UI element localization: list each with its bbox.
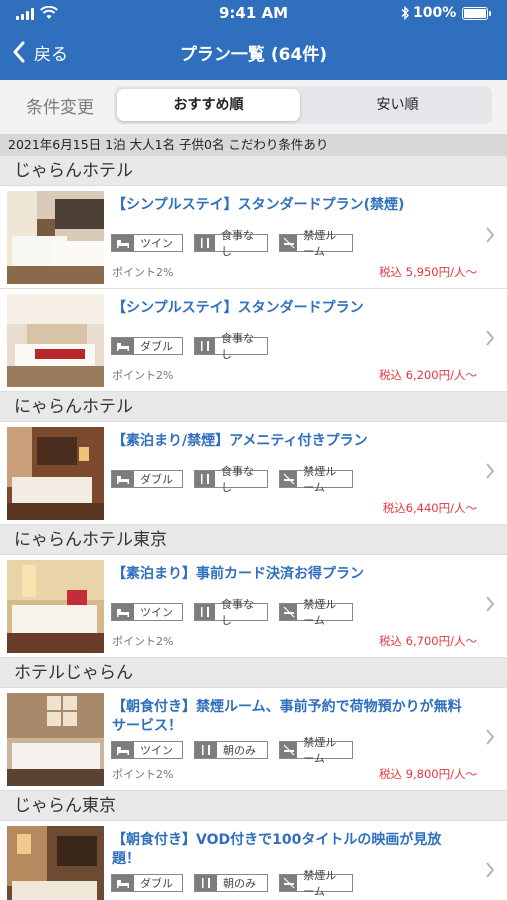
plan-price: 税込 5,950円/人～ (379, 265, 477, 279)
non-smoking-tag: 禁煙ルーム (279, 598, 353, 627)
hotel-name: じゃらん東京 (0, 791, 507, 821)
hotel-name: ホテルじゃらん (0, 658, 507, 688)
meal-tag: 食事なし (194, 598, 268, 627)
chevron-right-icon (486, 862, 495, 878)
points-rate: ポイント2% (112, 635, 174, 648)
meal-tag: 朝のみ (194, 874, 268, 892)
room-type-tag: ツイン (111, 234, 183, 252)
search-summary: 2021年6月15日 1泊 大人1名 子供0名 こだわり条件あり (0, 134, 507, 156)
chevron-right-icon (486, 330, 495, 346)
plan-tags: ツイン 食事なし 禁煙ルーム (111, 229, 353, 258)
hotel-name: じゃらんホテル (0, 156, 507, 186)
plan-title[interactable]: 【シンプルステイ】スタンダードプラン (112, 299, 467, 318)
room-photo (7, 427, 104, 520)
battery-percent: 100% (413, 5, 457, 21)
points-rate: ポイント2% (112, 369, 174, 382)
status-bar: 9:41 AM 100% (0, 0, 507, 28)
room-type-tag: ダブル (111, 874, 183, 892)
bluetooth-icon (401, 6, 409, 20)
non-smoking-tag: 禁煙ルーム (279, 465, 353, 494)
cutlery-icon (195, 235, 215, 251)
meal-tag: 朝のみ (194, 741, 268, 759)
sort-segmented-control: おすすめ順 安い順 (114, 86, 492, 124)
plan-tags: ダブル 朝のみ 禁煙ルーム (111, 869, 353, 898)
no-smoking-icon (280, 471, 298, 487)
non-smoking-tag: 禁煙ルーム (279, 736, 353, 765)
cutlery-icon (195, 604, 215, 620)
cutlery-icon (195, 875, 217, 891)
room-type-tag: ツイン (111, 603, 183, 621)
change-conditions-button[interactable]: 条件変更 (26, 93, 94, 118)
hotel-name: にゃらんホテル (0, 392, 507, 422)
room-photo (7, 191, 104, 284)
plan-title[interactable]: 【素泊まり/禁煙】アメニティ付きプラン (112, 432, 467, 451)
room-photo (7, 560, 104, 653)
room-photo (7, 693, 104, 786)
meal-tag: 食事なし (194, 465, 268, 494)
non-smoking-tag: 禁煙ルーム (279, 229, 353, 258)
points-rate: ポイント2% (112, 266, 174, 279)
room-type-tag: ダブル (111, 337, 183, 355)
plan-price: 税込 9,800円/人～ (379, 767, 477, 781)
hotel-list: じゃらんホテル 【シンプルステイ】スタンダードプラン(禁煙) ツイン 食事なし (0, 156, 507, 900)
cutlery-icon (195, 338, 215, 354)
nav-header: 9:41 AM 100% 戻る プラン一覧 (64件) (0, 0, 507, 80)
chevron-right-icon (486, 596, 495, 612)
plan-row[interactable]: 【朝食付き】VOD付きで100タイトルの映画が見放題！ ダブル 朝のみ 禁煙ルー… (0, 821, 507, 900)
chevron-right-icon (486, 729, 495, 745)
plan-title[interactable]: 【シンプルステイ】スタンダードプラン(禁煙) (112, 196, 467, 215)
bed-icon (112, 235, 134, 251)
plan-title[interactable]: 【素泊まり】事前カード決済お得プラン (112, 565, 467, 584)
meal-tag: 食事なし (194, 332, 268, 361)
room-type-tag: ダブル (111, 470, 183, 488)
plan-row[interactable]: 【シンプルステイ】スタンダードプラン(禁煙) ツイン 食事なし 禁煙ルーム ポイ… (0, 186, 507, 289)
room-photo (7, 826, 104, 900)
meal-tag: 食事なし (194, 229, 268, 258)
bed-icon (112, 604, 134, 620)
chevron-right-icon (486, 227, 495, 243)
no-smoking-icon (280, 875, 298, 891)
sort-cheapest[interactable]: 安い順 (306, 89, 489, 121)
bed-icon (112, 875, 134, 891)
sort-bar: 条件変更 おすすめ順 安い順 (0, 80, 507, 134)
plan-tags: ツイン 食事なし 禁煙ルーム (111, 598, 353, 627)
plan-row[interactable]: 【シンプルステイ】スタンダードプラン ダブル 食事なし ポイント2% 税込 6,… (0, 289, 507, 392)
plan-row[interactable]: 【朝食付き】禁煙ルーム、事前予約で荷物預かりが無料サービス！ ツイン 朝のみ 禁… (0, 688, 507, 791)
non-smoking-tag: 禁煙ルーム (279, 869, 353, 898)
plan-tags: ダブル 食事なし 禁煙ルーム (111, 465, 353, 494)
no-smoking-icon (280, 235, 298, 251)
plan-tags: ツイン 朝のみ 禁煙ルーム (111, 736, 353, 765)
no-smoking-icon (280, 604, 298, 620)
plan-title[interactable]: 【朝食付き】禁煙ルーム、事前予約で荷物預かりが無料サービス！ (112, 698, 467, 736)
bed-icon (112, 338, 134, 354)
hotel-name: にゃらんホテル東京 (0, 525, 507, 555)
bed-icon (112, 742, 134, 758)
plan-price: 税込6,440円/人～ (382, 501, 477, 515)
battery-icon (462, 7, 491, 20)
plan-tags: ダブル 食事なし (111, 332, 268, 361)
cutlery-icon (195, 742, 217, 758)
cutlery-icon (195, 471, 215, 487)
room-type-tag: ツイン (111, 741, 183, 759)
plan-row[interactable]: 【素泊まり】事前カード決済お得プラン ツイン 食事なし 禁煙ルーム ポイント2%… (0, 555, 507, 658)
plan-price: 税込 6,200円/人～ (379, 368, 477, 382)
plan-title[interactable]: 【朝食付き】VOD付きで100タイトルの映画が見放題！ (112, 831, 467, 869)
page-title: プラン一覧 (64件) (179, 45, 328, 65)
bed-icon (112, 471, 134, 487)
room-photo (7, 294, 104, 387)
sort-recommended[interactable]: おすすめ順 (117, 89, 300, 121)
points-rate: ポイント2% (112, 768, 174, 781)
plan-row[interactable]: 【素泊まり/禁煙】アメニティ付きプラン ダブル 食事なし 禁煙ルーム 税込6,4… (0, 422, 507, 525)
plan-price: 税込 6,700円/人～ (379, 634, 477, 648)
no-smoking-icon (280, 742, 298, 758)
chevron-right-icon (486, 463, 495, 479)
